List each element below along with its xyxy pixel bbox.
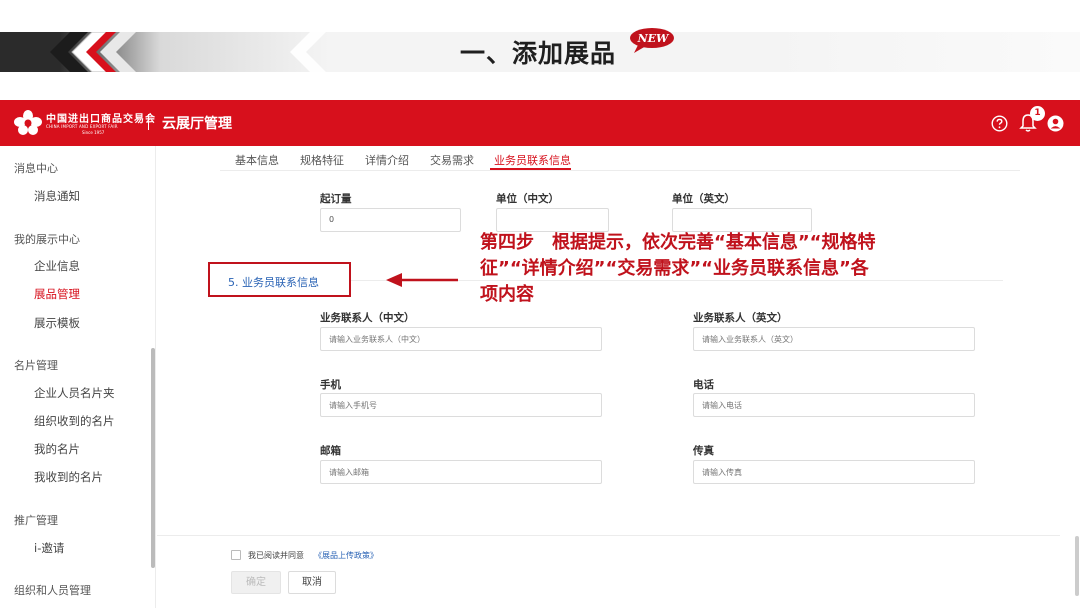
- sidebar-item-product-management[interactable]: 展品管理: [34, 286, 80, 302]
- sidebar-group-org-people[interactable]: 组织和人员管理: [14, 582, 91, 598]
- agree-checkbox[interactable]: [231, 550, 241, 560]
- sidebar-item-my-card[interactable]: 我的名片: [34, 441, 80, 457]
- unit-cn-input[interactable]: [496, 208, 609, 232]
- sidebar-group-promotion[interactable]: 推广管理: [14, 512, 58, 528]
- sidebar: [0, 146, 156, 608]
- bar-divider: [148, 114, 149, 130]
- sidebar-item-company-info[interactable]: 企业信息: [34, 258, 80, 274]
- arrow-left-icon: [386, 273, 458, 287]
- section-title: 5. 业务员联系信息: [228, 276, 319, 289]
- main-content: [157, 146, 1080, 608]
- chevron-decoration-icon: [290, 32, 326, 72]
- tab-sales-contact[interactable]: 业务员联系信息: [494, 152, 571, 168]
- sidebar-item-display-template[interactable]: 展示模板: [34, 315, 80, 331]
- logo-since: Since 1957: [82, 130, 105, 135]
- confirm-button[interactable]: 确定: [231, 571, 281, 594]
- tab-trade-demand[interactable]: 交易需求: [430, 152, 474, 168]
- canton-fair-logo-icon: [14, 110, 42, 135]
- mobile-label: 手机: [320, 379, 341, 391]
- step-annotation: 第四步 根据提示，依次完善“基本信息”“规格特征”“详情介绍”“交易需求”“业务…: [480, 232, 876, 305]
- moq-label: 起订量: [320, 193, 352, 205]
- mobile-input[interactable]: [320, 393, 602, 417]
- tabs-divider: [220, 170, 1020, 171]
- sidebar-group-messages[interactable]: 消息中心: [14, 160, 58, 176]
- unit-cn-label: 单位（中文）: [496, 193, 559, 205]
- user-avatar-icon[interactable]: [1047, 115, 1064, 132]
- sidebar-group-cards[interactable]: 名片管理: [14, 357, 58, 373]
- sidebar-item-notifications[interactable]: 消息通知: [34, 188, 80, 204]
- policy-link[interactable]: 《展品上传政策》: [314, 550, 378, 561]
- email-input[interactable]: [320, 460, 602, 484]
- help-icon[interactable]: [991, 115, 1008, 132]
- email-label: 邮箱: [320, 445, 341, 457]
- sidebar-item-staff-cards[interactable]: 企业人员名片夹: [34, 385, 115, 401]
- phone-label: 电话: [693, 379, 714, 391]
- agree-text: 我已阅读并同意: [248, 551, 304, 560]
- sidebar-scrollbar[interactable]: [151, 348, 155, 568]
- main-scrollbar[interactable]: [1075, 536, 1079, 596]
- notification-badge: 1: [1030, 106, 1045, 121]
- unit-en-label: 单位（英文）: [672, 193, 735, 205]
- app-name: 云展厅管理: [162, 116, 232, 132]
- sidebar-item-org-received-cards[interactable]: 组织收到的名片: [34, 413, 115, 429]
- phone-input[interactable]: [693, 393, 975, 417]
- footer-divider: [157, 535, 1060, 536]
- slide-title: 一、添加展品: [460, 39, 617, 68]
- moq-input[interactable]: 0: [320, 208, 461, 232]
- contact-cn-input[interactable]: [320, 327, 602, 351]
- tab-details[interactable]: 详情介绍: [365, 152, 409, 168]
- sidebar-group-my-showcase[interactable]: 我的展示中心: [14, 231, 80, 247]
- chevron-decoration-icon: [50, 32, 136, 72]
- sidebar-item-invite[interactable]: i-邀请: [34, 540, 64, 556]
- unit-en-input[interactable]: [672, 208, 812, 232]
- fax-input[interactable]: [693, 460, 975, 484]
- tab-specs[interactable]: 规格特征: [300, 152, 344, 168]
- contact-en-label: 业务联系人（英文）: [693, 312, 788, 324]
- tab-basic-info[interactable]: 基本信息: [235, 152, 279, 168]
- contact-en-input[interactable]: [693, 327, 975, 351]
- logo-text: 中国进出口商品交易会: [46, 114, 156, 125]
- cancel-button[interactable]: 取消: [288, 571, 336, 594]
- new-badge-label: NEW: [637, 32, 669, 45]
- sidebar-item-my-received-cards[interactable]: 我收到的名片: [34, 469, 103, 485]
- fax-label: 传真: [693, 445, 714, 457]
- active-tab-indicator: [490, 168, 571, 170]
- contact-cn-label: 业务联系人（中文）: [320, 312, 415, 324]
- logo-subtitle: CHINA IMPORT AND EXPORT FAIR: [46, 124, 118, 129]
